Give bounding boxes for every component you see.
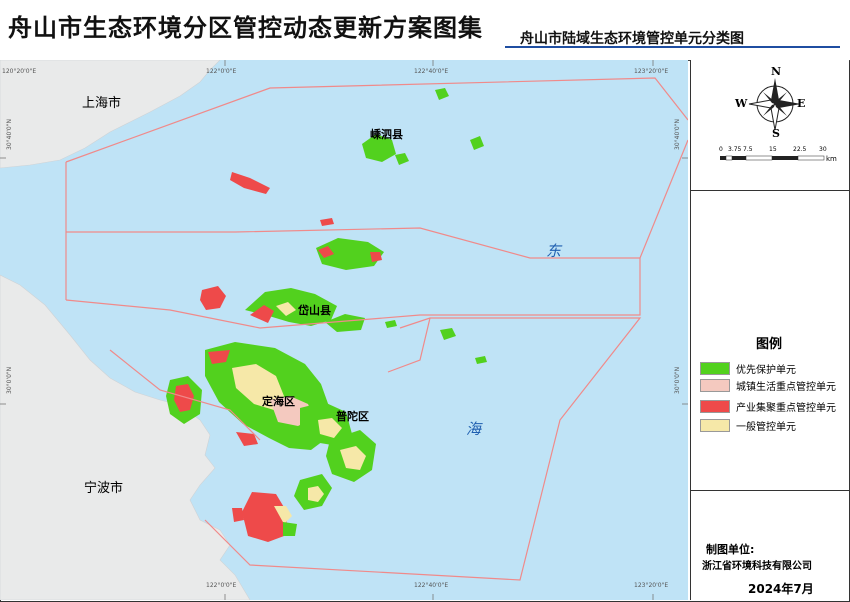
graticule-bottom-3: 123°20'0"E [634, 582, 669, 589]
legend-label-priority: 优先保护单元 [736, 364, 796, 376]
graticule-left-2: 30°0'0"N [6, 366, 13, 394]
label-ningbo: 宁波市 [84, 481, 124, 496]
graticule-top-2: 122°0'0"E [206, 68, 237, 75]
legend-item-industrial: 产业集聚重点管控单元 [700, 398, 836, 414]
legend-title: 图例 [755, 337, 782, 352]
label-dinghai: 定海区 [262, 395, 295, 408]
graticule-top-4: 123°20'0"E [634, 68, 669, 75]
legend-item-general: 一般管控单元 [700, 417, 796, 433]
scale-tick-5: 30 [819, 146, 827, 153]
sea-label-hai: 海 [466, 420, 482, 438]
legend-item-priority: 优先保护单元 [700, 360, 796, 376]
graticule-top-1: 120°20'0"E [2, 68, 37, 75]
compass-s: S [772, 127, 780, 140]
graticule-top-3: 122°40'0"E [414, 68, 449, 75]
maker-label: 制图单位: [706, 543, 755, 556]
legend-swatch-priority [700, 361, 730, 375]
compass-e: E [797, 97, 806, 110]
legend-swatch-industrial [700, 399, 730, 413]
scale-tick-2: 7.5 [743, 146, 753, 153]
label-shengsi: 嵊泗县 [370, 128, 403, 141]
map-title: 舟山市生态环境分区管控动态更新方案图集 [8, 14, 483, 42]
graticule-right-1: 30°40'0"N [674, 119, 681, 150]
scale-tick-1: 3.75 [728, 146, 742, 153]
mainland-shanghai [0, 60, 221, 169]
scale-tick-3: 15 [769, 146, 777, 153]
mainland-zhejiang [0, 274, 251, 600]
map-subtitle: 舟山市陆域生态环境管控单元分类图 [520, 31, 744, 47]
map-date: 2024年7月 [748, 582, 814, 596]
scale-unit: km [826, 155, 837, 163]
header: 舟山市生态环境分区管控动态更新方案图集 舟山市陆域生态环境管控单元分类图 [0, 0, 850, 61]
label-putuo: 普陀区 [336, 410, 369, 423]
legend-label-urban: 城镇生活重点管控单元 [736, 381, 836, 393]
label-daishan: 岱山县 [298, 304, 331, 317]
scale-tick-0: 0 [719, 146, 723, 153]
graticule-bottom-2: 122°40'0"E [414, 582, 449, 589]
map-canvas[interactable]: 120°20'0"E 122°0'0"E 122°40'0"E 123°20'0… [0, 60, 688, 600]
label-shanghai: 上海市 [82, 96, 122, 111]
legend-label-industrial: 产业集聚重点管控单元 [736, 402, 836, 414]
compass-w: W [735, 97, 748, 110]
graticule-bottom-1: 122°0'0"E [206, 582, 237, 589]
graticule-right-2: 30°0'0"N [674, 366, 681, 394]
legend-swatch-general [700, 418, 730, 432]
legend-item-urban: 城镇生活重点管控单元 [700, 377, 836, 393]
scale-bar [720, 155, 825, 161]
legend-swatch-urban [700, 378, 730, 392]
subtitle-underline [505, 46, 840, 48]
scale-tick-4: 22.5 [793, 146, 807, 153]
graticule-left-1: 30°40'0"N [6, 119, 13, 150]
maker-name: 浙江省环境科技有限公司 [702, 561, 812, 572]
legend-label-general: 一般管控单元 [736, 421, 796, 433]
map-svg [0, 60, 688, 600]
sea-label-dong: 东 [546, 242, 562, 260]
compass-n: N [771, 65, 782, 78]
